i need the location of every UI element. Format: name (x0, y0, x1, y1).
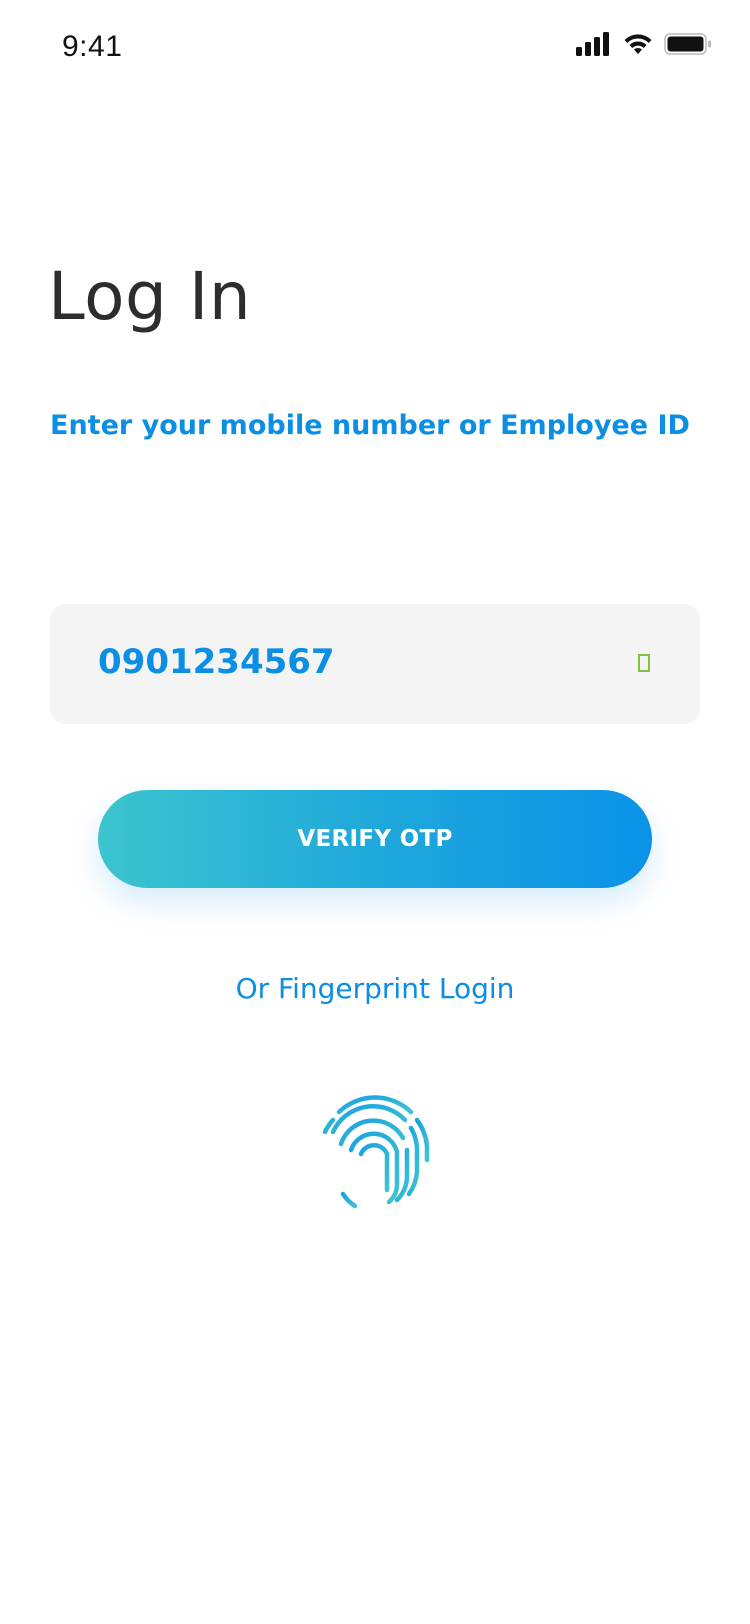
verify-otp-label: VERIFY OTP (297, 826, 453, 852)
wifi-icon (624, 34, 652, 54)
status-bar: 9:41 (0, 0, 750, 96)
page-title: Log In (48, 258, 252, 335)
mobile-or-employee-id-input[interactable]: 0901234567 (50, 604, 700, 724)
fingerprint-icon[interactable] (313, 1090, 437, 1214)
status-time: 9:41 (62, 30, 123, 63)
validation-indicator-icon (638, 654, 650, 672)
verify-otp-button[interactable]: VERIFY OTP (98, 790, 652, 888)
input-value[interactable]: 0901234567 (98, 642, 335, 682)
cellular-signal-icon (576, 32, 609, 56)
status-icons (576, 32, 712, 56)
battery-icon (664, 33, 711, 55)
fingerprint-login-link[interactable]: Or Fingerprint Login (0, 972, 750, 1005)
login-instructions: Enter your mobile number or Employee ID (50, 410, 690, 441)
